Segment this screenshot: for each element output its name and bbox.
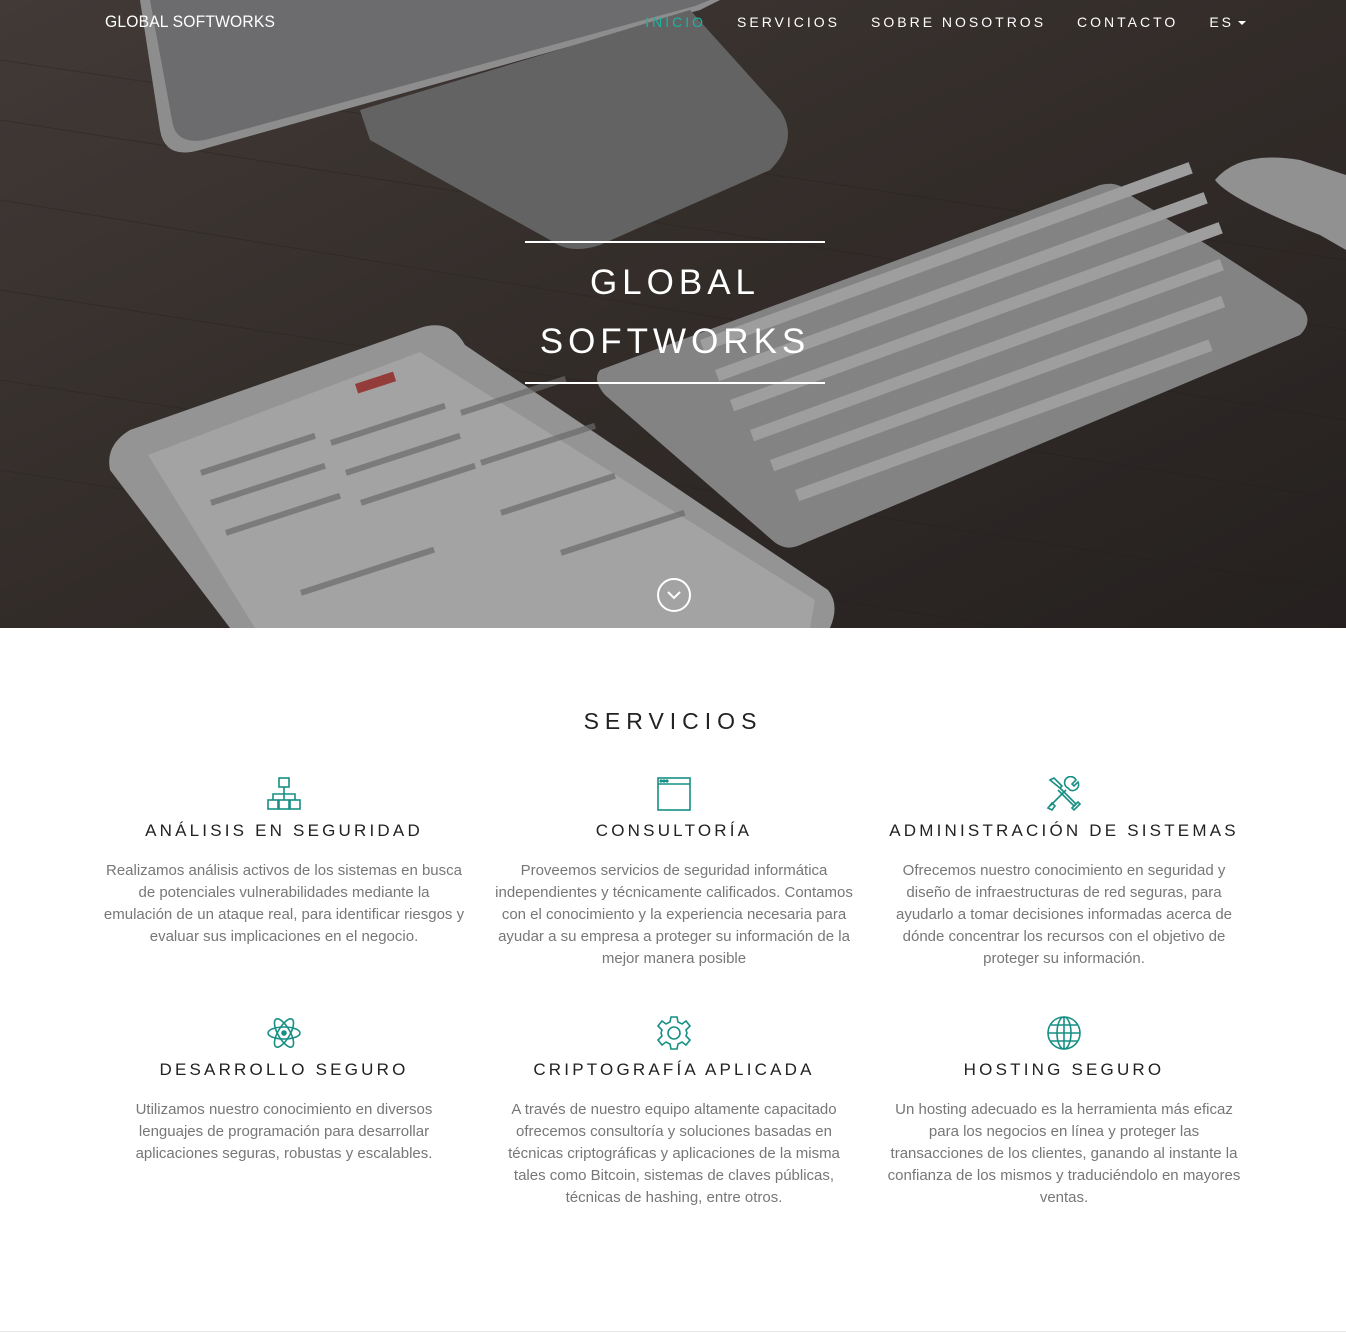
service-desarrollo: DESARROLLO SEGURO Utilizamos nuestro con…: [103, 1015, 465, 1165]
nav-item-servicios[interactable]: SERVICIOS: [737, 14, 840, 30]
hero-section: GLOBAL SOFTWORKS INICIO SERVICIOS SOBRE …: [0, 0, 1346, 628]
caret-down-icon: [1238, 21, 1246, 26]
service-description: Utilizamos nuestro conocimiento en diver…: [135, 1101, 433, 1162]
service-description: Proveemos servicios de seguridad informá…: [495, 862, 853, 967]
globe-icon: [1047, 1016, 1081, 1050]
hero-bottom-rule: [525, 382, 825, 384]
scroll-down-button[interactable]: [657, 578, 691, 612]
hero-title: GLOBAL SOFTWORKS: [525, 243, 825, 382]
services-title: SERVICIOS: [583, 708, 763, 734]
service-title: ADMINISTRACIÓN DE SISTEMAS: [889, 821, 1239, 840]
nav-menu: INICIO SERVICIOS SOBRE NOSOTROS CONTACTO…: [614, 14, 1246, 30]
network-hierarchy-icon: [267, 777, 301, 810]
section-divider: [0, 1331, 1346, 1332]
service-title: HOSTING SEGURO: [963, 1060, 1165, 1079]
chevron-down-icon: [667, 591, 681, 600]
atom-icon: [267, 1018, 301, 1048]
service-title: DESARROLLO SEGURO: [159, 1060, 409, 1079]
services-section: SERVICIOS ANÁLISIS EN SEGURIDAD Realizam…: [0, 628, 1346, 1333]
service-administracion: ADMINISTRACIÓN DE SISTEMAS Ofrecemos nue…: [883, 776, 1245, 970]
language-dropdown[interactable]: ES: [1209, 14, 1246, 30]
service-description: A través de nuestro equipo altamente cap…: [508, 1101, 840, 1206]
browser-window-icon: [657, 777, 691, 811]
nav-item-inicio[interactable]: INICIO: [645, 14, 706, 30]
gear-icon: [656, 1016, 692, 1050]
service-description: Realizamos análisis activos de los siste…: [103, 862, 465, 945]
tools-icon: [1046, 776, 1082, 812]
nav-item-contacto[interactable]: CONTACTO: [1077, 14, 1178, 30]
service-hosting: HOSTING SEGURO Un hosting adecuado es la…: [883, 1015, 1245, 1209]
brand-logo-link[interactable]: GLOBAL SOFTWORKS: [105, 12, 275, 32]
service-title: ANÁLISIS EN SEGURIDAD: [145, 821, 423, 840]
service-analisis: ANÁLISIS EN SEGURIDAD Realizamos análisi…: [103, 776, 465, 948]
navbar: GLOBAL SOFTWORKS INICIO SERVICIOS SOBRE …: [0, 0, 1346, 46]
hero-title-block: GLOBAL SOFTWORKS: [525, 241, 825, 384]
service-criptografia: CRIPTOGRAFÍA APLICADA A través de nuestr…: [493, 1015, 855, 1209]
service-description: Un hosting adecuado es la herramienta má…: [887, 1101, 1241, 1206]
service-consultoria: CONSULTORÍA Proveemos servicios de segur…: [493, 776, 855, 970]
hero-title-line-2: SOFTWORKS: [539, 322, 811, 361]
service-title: CRIPTOGRAFÍA APLICADA: [533, 1060, 815, 1079]
service-title: CONSULTORÍA: [595, 821, 753, 840]
hero-title-line-1: GLOBAL: [589, 263, 761, 302]
language-label: ES: [1209, 14, 1234, 30]
service-description: Ofrecemos nuestro conocimiento en seguri…: [895, 862, 1232, 967]
nav-item-sobre-nosotros[interactable]: SOBRE NOSOTROS: [871, 14, 1046, 30]
